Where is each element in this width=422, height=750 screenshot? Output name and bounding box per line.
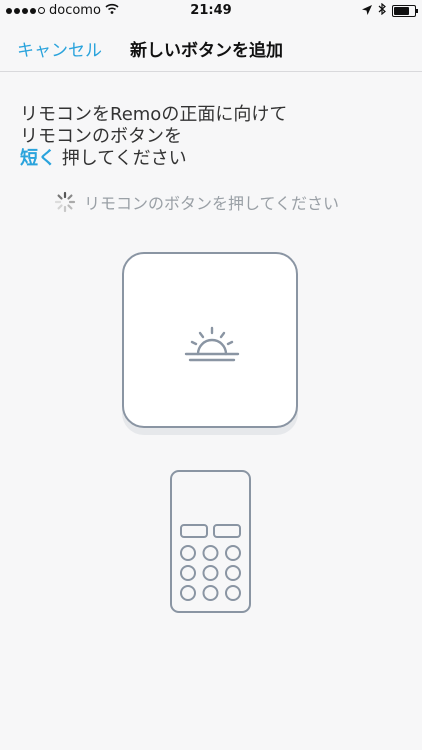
remo-device-illustration (122, 252, 298, 428)
status-time: 21:49 (190, 3, 232, 18)
location-arrow-icon (362, 4, 372, 19)
status-bar: docomo 21:49 (0, 0, 422, 22)
instruction-text: リモコンをRemoの正面に向けて リモコンのボタンを 短く 押してください (20, 104, 410, 170)
remote-control-icon (170, 470, 251, 613)
navigation-bar: キャンセル 新しいボタンを追加 (0, 22, 422, 72)
page-title: 新しいボタンを追加 (130, 41, 283, 61)
waiting-text: リモコンのボタンを押してください (84, 194, 340, 213)
instruction-line-1: リモコンをRemoの正面に向けて (20, 104, 288, 125)
status-right (362, 2, 418, 19)
waiting-status: リモコンのボタンを押してください (54, 190, 339, 214)
instruction-line-2: リモコンのボタンを (20, 126, 182, 147)
battery-fill (394, 7, 410, 15)
bluetooth-icon (378, 2, 386, 19)
cancel-button[interactable]: キャンセル (17, 36, 102, 61)
instruction-line-3-rest: 押してください (61, 148, 187, 169)
spinner-icon (54, 191, 76, 213)
remote-control-buttons (180, 524, 241, 601)
battery-icon (392, 5, 418, 17)
instruction-line-3: 短く 押してください (20, 148, 410, 170)
instruction-emphasis: 短く (20, 148, 56, 169)
sunrise-icon (184, 326, 240, 362)
